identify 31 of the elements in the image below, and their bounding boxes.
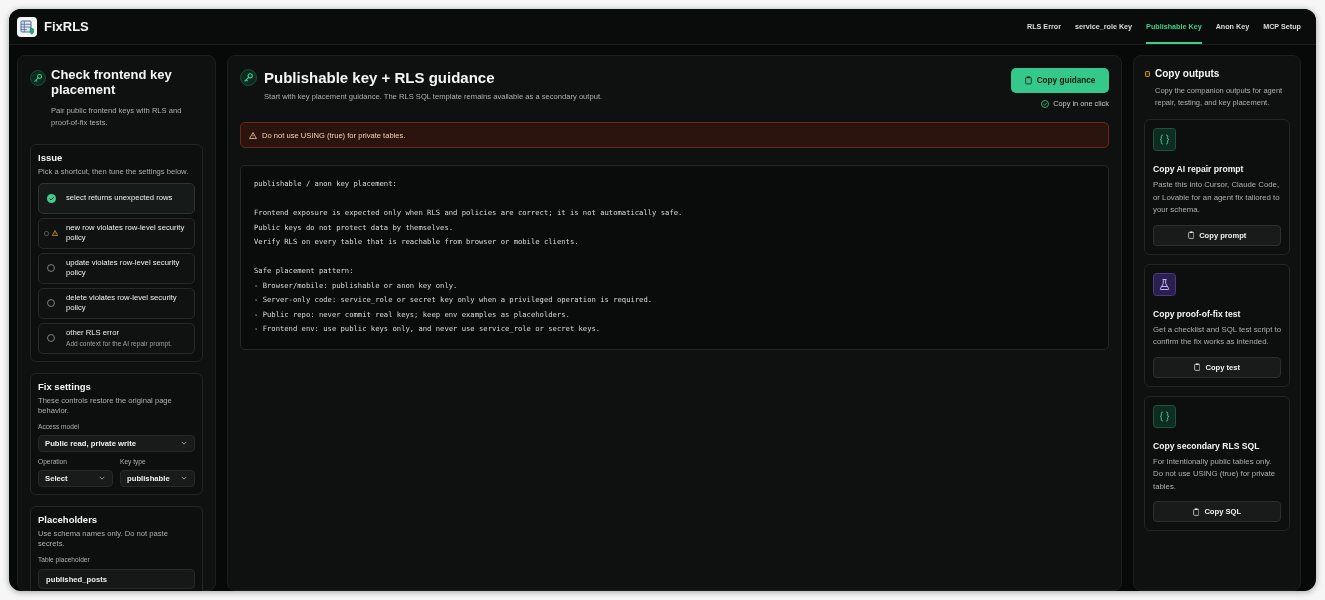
panel-title: Check frontend key placement: [51, 68, 173, 97]
panel-title: Copy outputs: [1155, 68, 1220, 79]
card-title: Copy AI repair prompt: [1153, 164, 1245, 175]
radio-icon: [47, 264, 55, 272]
radio-icon: [47, 334, 55, 342]
warning-icon: [249, 131, 257, 139]
clipboard-icon: [1187, 231, 1195, 239]
app-name: FixRLS: [44, 19, 89, 34]
page-title: Publishable key + RLS guidance: [264, 68, 496, 88]
radio-icon: [47, 299, 55, 307]
clipboard-icon: [1024, 76, 1032, 85]
braces-icon: [1153, 128, 1176, 151]
radio-icon: [44, 230, 49, 236]
flask-icon: [1153, 272, 1176, 296]
check-circle-icon: [1041, 99, 1050, 108]
copy-guidance-button[interactable]: Copy guidance: [1011, 68, 1109, 93]
braces-icon: [1153, 404, 1176, 428]
card-title: Copy proof-of-fix test: [1153, 308, 1242, 320]
key-icon: [240, 69, 257, 86]
logo-icon: [17, 16, 37, 37]
key-icon: [30, 70, 46, 86]
card-title: Copy secondary RLS SQL: [1153, 440, 1261, 452]
chevron-down-icon: [99, 476, 105, 480]
chevron-down-icon: [181, 476, 187, 480]
chevron-down-icon: [181, 441, 187, 445]
clipboard-icon: [1192, 507, 1200, 516]
card-title: Issue: [38, 152, 64, 164]
card-title: Fix settings: [38, 380, 92, 393]
card-title: Placeholders: [38, 513, 99, 526]
check-circle-icon: [46, 193, 56, 203]
clipboard-icon: [1193, 363, 1201, 371]
